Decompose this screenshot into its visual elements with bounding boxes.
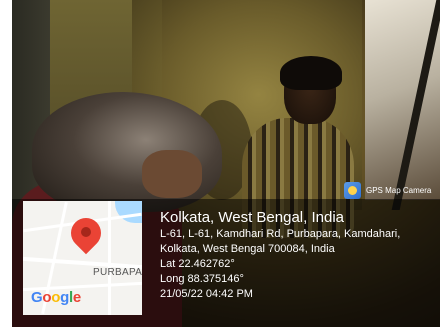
boy-hair <box>280 56 342 90</box>
location-info: Kolkata, West Bengal, India L-61, L-61, … <box>160 208 435 302</box>
longitude: Long 88.375146° <box>160 273 244 285</box>
woman-face <box>142 150 202 198</box>
google-logo-letter: G <box>31 289 43 306</box>
google-logo-letter: e <box>72 289 81 306</box>
photo-frame: PURBAPAR Google GPS Map Camera Kolkata, … <box>0 0 440 327</box>
location-title: Kolkata, West Bengal, India <box>160 209 344 226</box>
timestamp: 21/05/22 04:42 PM <box>160 288 253 300</box>
address-line-1: L-61, L-61, Kamdhari Rd, Purbapara, Kamd… <box>160 228 401 240</box>
google-logo-letter: g <box>60 289 69 306</box>
map-water <box>115 201 142 223</box>
map-place-label: PURBAPAR <box>93 267 142 278</box>
map-thumbnail: PURBAPAR Google <box>23 201 142 315</box>
map-road <box>108 201 111 315</box>
address-line-2: Kolkata, West Bengal 700084, India <box>160 243 335 255</box>
camera-badge-label: GPS Map Camera <box>366 185 432 195</box>
gps-map-camera-badge: GPS Map Camera <box>344 181 431 199</box>
woman-hair <box>32 92 222 212</box>
google-logo: Google <box>31 289 81 306</box>
google-logo-letter: o <box>42 289 52 306</box>
latitude: Lat 22.462762° <box>160 258 235 270</box>
google-logo-letter: o <box>51 289 61 306</box>
map-pin-dot <box>81 227 91 237</box>
gps-map-camera-app-icon <box>344 181 361 199</box>
